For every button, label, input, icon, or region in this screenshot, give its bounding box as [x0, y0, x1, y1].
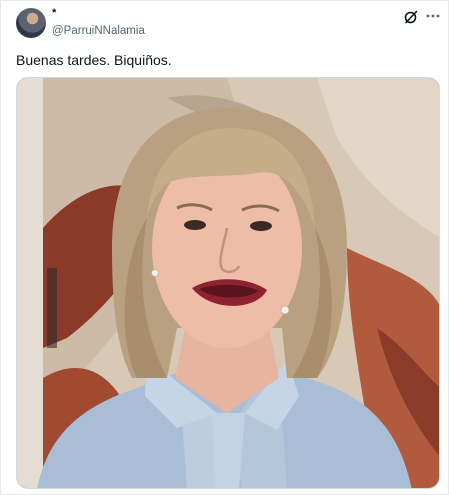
video-frame	[17, 78, 439, 488]
tweet-text: Buenas tardes. Biquiños.	[16, 52, 172, 68]
grok-icon[interactable]	[403, 9, 419, 25]
more-icon[interactable]	[425, 8, 441, 24]
author-handle[interactable]: @ParruiNNalamia	[52, 24, 145, 38]
tweet-card: * @ParruiNNalamia Buenas tardes. Biquiño…	[0, 0, 449, 495]
tweet-video[interactable]	[16, 77, 440, 489]
avatar[interactable]	[16, 8, 46, 38]
author-name[interactable]: *	[52, 7, 56, 19]
